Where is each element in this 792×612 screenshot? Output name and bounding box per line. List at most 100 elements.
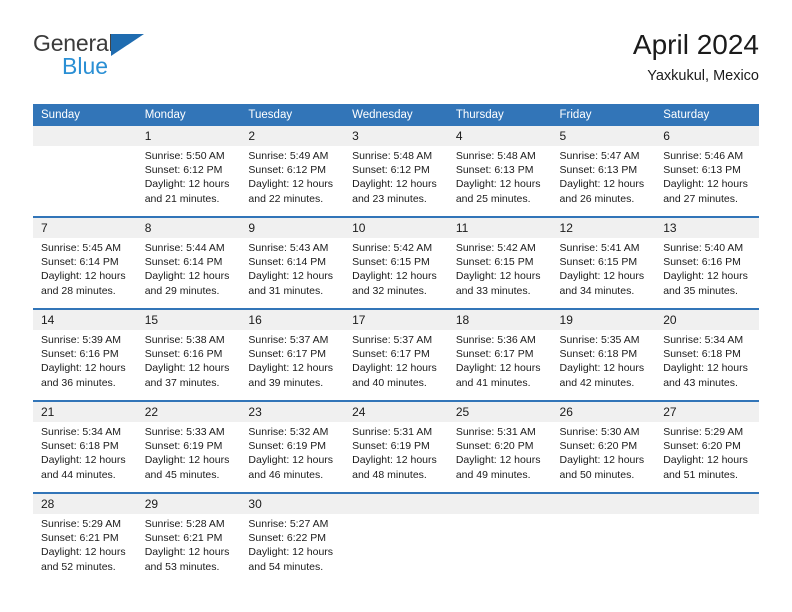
day-cell[interactable]: Sunrise: 5:31 AM Sunset: 6:19 PM Daylight:… [344,422,448,492]
day-cell-empty [551,514,656,584]
day-cell[interactable]: Sunrise: 5:37 AM Sunset: 6:17 PM Daylight:… [240,330,345,400]
daylight-text: Daylight: 12 hours and 36 minutes. [41,362,126,389]
daylight-text: Daylight: 12 hours and 25 minutes. [455,178,541,205]
day-number[interactable]: 26 [551,402,656,422]
day-cell[interactable]: Sunrise: 5:32 AM Sunset: 6:19 PM Daylight:… [240,422,345,492]
sunset-text: Sunset: 6:12 PM [352,164,430,177]
sunset-text: Sunset: 6:18 PM [41,440,119,453]
day-number[interactable]: 5 [551,126,656,146]
day-cell[interactable]: Sunrise: 5:27 AM Sunset: 6:22 PM Daylight:… [240,514,345,584]
sunrise-text: Sunrise: 5:35 AM [559,334,640,346]
brand-name-general: General [33,30,114,56]
day-number[interactable]: 25 [447,402,552,422]
daylight-text: Daylight: 12 hours and 50 minutes. [559,454,645,481]
day-number-row: 14 15 16 17 18 19 20 [33,310,759,330]
day-number[interactable]: 7 [33,218,137,238]
day-number[interactable]: 9 [240,218,345,238]
day-number[interactable]: 28 [33,494,137,514]
page-header: General Blue April 2024 Yaxkukul, Mexico [33,29,759,92]
daylight-text: Daylight: 12 hours and 43 minutes. [663,362,748,389]
daylight-text: Daylight: 12 hours and 42 minutes. [559,362,645,389]
sunset-text: Sunset: 6:16 PM [144,348,223,361]
sunrise-text: Sunrise: 5:50 AM [144,150,225,162]
sunset-text: Sunset: 6:22 PM [248,532,327,545]
day-number[interactable]: 15 [136,310,241,330]
sunset-text: Sunset: 6:20 PM [663,440,741,453]
day-number[interactable]: 29 [136,494,241,514]
day-number[interactable]: 21 [33,402,137,422]
day-cell[interactable]: Sunrise: 5:29 AM Sunset: 6:20 PM Daylight:… [655,422,759,492]
sunset-text: Sunset: 6:14 PM [248,256,327,269]
brand-logo: General Blue [33,30,263,79]
sunrise-text: Sunrise: 5:44 AM [144,242,225,254]
sunset-text: Sunset: 6:13 PM [663,164,741,177]
calendar-body: 1 2 3 4 5 6 Sunrise: 5:50 AM Sunset: 6:12 PM Day… [33,126,759,584]
sunrise-text: Sunrise: 5:37 AM [248,334,329,346]
day-cell[interactable]: Sunrise: 5:42 AM Sunset: 6:15 PM Daylight:… [447,238,552,308]
day-cell[interactable]: Sunrise: 5:48 AM Sunset: 6:13 PM Daylight:… [447,146,552,216]
day-cell[interactable]: Sunrise: 5:45 AM Sunset: 6:14 PM Daylight:… [33,238,137,308]
day-cell[interactable]: Sunrise: 5:43 AM Sunset: 6:14 PM Daylight:… [240,238,345,308]
dow-header-tuesday: Tuesday [240,104,345,126]
day-cell[interactable]: Sunrise: 5:41 AM Sunset: 6:15 PM Daylight:… [551,238,656,308]
day-number[interactable]: 12 [551,218,656,238]
day-cell[interactable]: Sunrise: 5:34 AM Sunset: 6:18 PM Daylight:… [33,422,137,492]
day-number[interactable]: 30 [240,494,345,514]
day-cell[interactable]: Sunrise: 5:40 AM Sunset: 6:16 PM Daylight:… [655,238,759,308]
day-cell[interactable]: Sunrise: 5:39 AM Sunset: 6:16 PM Daylight:… [33,330,137,400]
sunrise-text: Sunrise: 5:48 AM [352,150,433,162]
day-cell[interactable]: Sunrise: 5:36 AM Sunset: 6:17 PM Daylight:… [447,330,552,400]
sunrise-text: Sunrise: 5:47 AM [559,150,640,162]
day-number[interactable]: 11 [447,218,552,238]
day-number[interactable]: 6 [655,126,759,146]
day-number[interactable]: 20 [655,310,759,330]
day-number[interactable]: 27 [655,402,759,422]
day-number[interactable]: 1 [136,126,241,146]
day-number[interactable]: 23 [240,402,345,422]
dow-header-wednesday: Wednesday [344,104,448,126]
daylight-text: Daylight: 12 hours and 44 minutes. [41,454,126,481]
daylight-text: Daylight: 12 hours and 35 minutes. [663,270,748,297]
sunset-text: Sunset: 6:15 PM [559,256,638,269]
sunset-text: Sunset: 6:12 PM [248,164,327,177]
day-cell[interactable]: Sunrise: 5:31 AM Sunset: 6:20 PM Daylight:… [447,422,552,492]
day-number[interactable]: 2 [240,126,345,146]
day-cell[interactable]: Sunrise: 5:48 AM Sunset: 6:12 PM Daylight:… [344,146,448,216]
day-cell[interactable]: Sunrise: 5:49 AM Sunset: 6:12 PM Daylight:… [240,146,345,216]
day-cell[interactable]: Sunrise: 5:50 AM Sunset: 6:12 PM Daylight:… [136,146,241,216]
day-cell[interactable]: Sunrise: 5:30 AM Sunset: 6:20 PM Daylight:… [551,422,656,492]
day-number-empty [655,494,759,514]
day-cell[interactable]: Sunrise: 5:44 AM Sunset: 6:14 PM Daylight:… [136,238,241,308]
day-number[interactable]: 16 [240,310,345,330]
day-cell[interactable]: Sunrise: 5:37 AM Sunset: 6:17 PM Daylight:… [344,330,448,400]
day-cell[interactable]: Sunrise: 5:46 AM Sunset: 6:13 PM Daylight:… [655,146,759,216]
daylight-text: Daylight: 12 hours and 37 minutes. [144,362,230,389]
day-number[interactable]: 18 [447,310,552,330]
sunset-text: Sunset: 6:19 PM [144,440,223,453]
day-cell[interactable]: Sunrise: 5:38 AM Sunset: 6:16 PM Daylight:… [136,330,241,400]
day-detail-row: Sunrise: 5:34 AM Sunset: 6:18 PM Daylight:… [33,422,759,492]
day-number[interactable]: 8 [136,218,241,238]
day-number[interactable]: 17 [344,310,448,330]
day-cell-empty [655,514,759,584]
sunset-text: Sunset: 6:15 PM [352,256,430,269]
day-cell[interactable]: Sunrise: 5:42 AM Sunset: 6:15 PM Daylight:… [344,238,448,308]
day-cell[interactable]: Sunrise: 5:47 AM Sunset: 6:13 PM Daylight:… [551,146,656,216]
day-number[interactable]: 22 [136,402,241,422]
day-of-week-header-row: Sunday Monday Tuesday Wednesday Thursday… [33,104,759,126]
day-number[interactable]: 19 [551,310,656,330]
day-number[interactable]: 24 [344,402,448,422]
sunset-text: Sunset: 6:17 PM [248,348,327,361]
sunset-text: Sunset: 6:16 PM [41,348,119,361]
day-number[interactable]: 4 [447,126,552,146]
day-cell[interactable]: Sunrise: 5:33 AM Sunset: 6:19 PM Daylight:… [136,422,241,492]
day-cell[interactable]: Sunrise: 5:28 AM Sunset: 6:21 PM Daylight:… [136,514,241,584]
daylight-text: Daylight: 12 hours and 23 minutes. [352,178,437,205]
day-number[interactable]: 3 [344,126,448,146]
day-number[interactable]: 14 [33,310,137,330]
day-number[interactable]: 13 [655,218,759,238]
day-cell[interactable]: Sunrise: 5:34 AM Sunset: 6:18 PM Daylight:… [655,330,759,400]
day-cell[interactable]: Sunrise: 5:35 AM Sunset: 6:18 PM Daylight:… [551,330,656,400]
day-number[interactable]: 10 [344,218,448,238]
day-cell[interactable]: Sunrise: 5:29 AM Sunset: 6:21 PM Daylight:… [33,514,137,584]
